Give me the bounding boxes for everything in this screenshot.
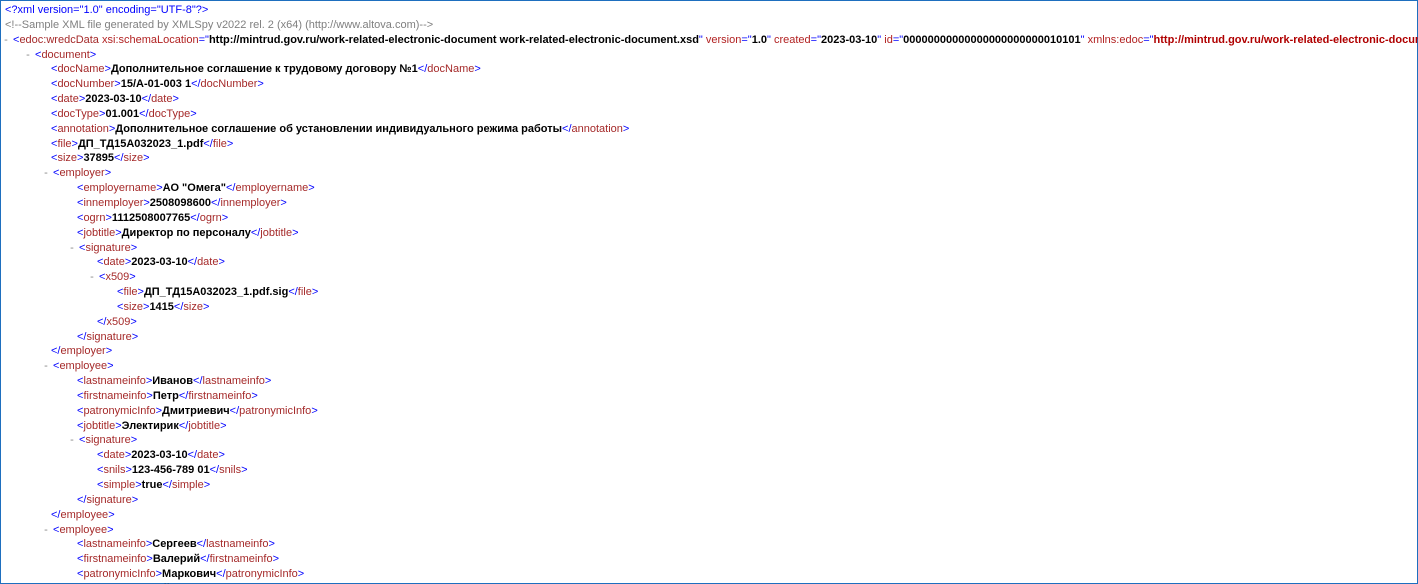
employer-open: -<employer> (41, 166, 1413, 181)
employee2-open: -<employee> (41, 523, 1413, 538)
collapse-toggle[interactable]: - (41, 166, 51, 181)
signature-open: -<signature> (67, 241, 1413, 256)
innemployer: <innemployer>2508098600</innemployer> (77, 196, 1413, 211)
docType: <docType>01.001</docType> (51, 107, 1413, 122)
collapse-toggle[interactable]: - (23, 48, 33, 63)
emp1-last: <lastnameinfo>Иванов</lastnameinfo> (77, 374, 1413, 389)
x509-file: <file>ДП_ТД15А032023_1.pdf.sig</file> (117, 285, 1413, 300)
x509-open: -<x509> (87, 270, 1413, 285)
emp2-last: <lastnameinfo>Сергеев</lastnameinfo> (77, 537, 1413, 552)
collapse-toggle[interactable]: - (87, 270, 97, 285)
signature-close: </signature> (77, 330, 1413, 345)
emp2-patr: <patronymicInfo>Маркович</patronymicInfo… (77, 567, 1413, 582)
emp1-patr: <patronymicInfo>Дмитриевич</patronymicIn… (77, 404, 1413, 419)
emp1-sig-date: <date>2023-03-10</date> (97, 448, 1413, 463)
file: <file>ДП_ТД15А032023_1.pdf</file> (51, 137, 1413, 152)
emp1-sig-snils: <snils>123-456-789 01</snils> (97, 463, 1413, 478)
docName: <docName>Дополнительное соглашение к тру… (51, 62, 1413, 77)
jobtitle: <jobtitle>Директор по персоналу</jobtitl… (77, 226, 1413, 241)
employee1-close: </employee> (51, 508, 1413, 523)
emp1-first: <firstnameinfo>Петр</firstnameinfo> (77, 389, 1413, 404)
employee1-open: -<employee> (41, 359, 1413, 374)
docNumber: <docNumber>15/А-01-003 1</docNumber> (51, 77, 1413, 92)
xml-comment: <!--Sample XML file generated by XMLSpy … (5, 18, 1413, 33)
xml-viewer: <?xml version="1.0" encoding="UTF-8"?> <… (1, 3, 1413, 584)
collapse-toggle[interactable]: - (41, 359, 51, 374)
xml-declaration: <?xml version="1.0" encoding="UTF-8"?> (5, 3, 1413, 18)
root-open: -<edoc:wredcData xsi:schemaLocation="htt… (1, 33, 1413, 48)
emp1-sig-simple: <simple>true</simple> (97, 478, 1413, 493)
ogrn: <ogrn>1112508007765</ogrn> (77, 211, 1413, 226)
date: <date>2023-03-10</date> (51, 92, 1413, 107)
collapse-toggle[interactable]: - (1, 33, 11, 48)
annotation: <annotation>Дополнительное соглашение об… (51, 122, 1413, 137)
x509-close: </x509> (97, 315, 1413, 330)
collapse-toggle[interactable]: - (41, 523, 51, 538)
size: <size>37895</size> (51, 151, 1413, 166)
emp1-job: <jobtitle>Электирик</jobtitle> (77, 419, 1413, 434)
x509-size: <size>1415</size> (117, 300, 1413, 315)
collapse-toggle[interactable]: - (67, 433, 77, 448)
emp1-sig-close: </signature> (77, 493, 1413, 508)
collapse-toggle[interactable]: - (67, 241, 77, 256)
emp2-first: <firstnameinfo>Валерий</firstnameinfo> (77, 552, 1413, 567)
document-open: -<document> (23, 48, 1413, 63)
emp1-sig-open: -<signature> (67, 433, 1413, 448)
employername: <employername>АО "Омега"</employername> (77, 181, 1413, 196)
sig-date: <date>2023-03-10</date> (97, 255, 1413, 270)
employer-close: </employer> (51, 344, 1413, 359)
